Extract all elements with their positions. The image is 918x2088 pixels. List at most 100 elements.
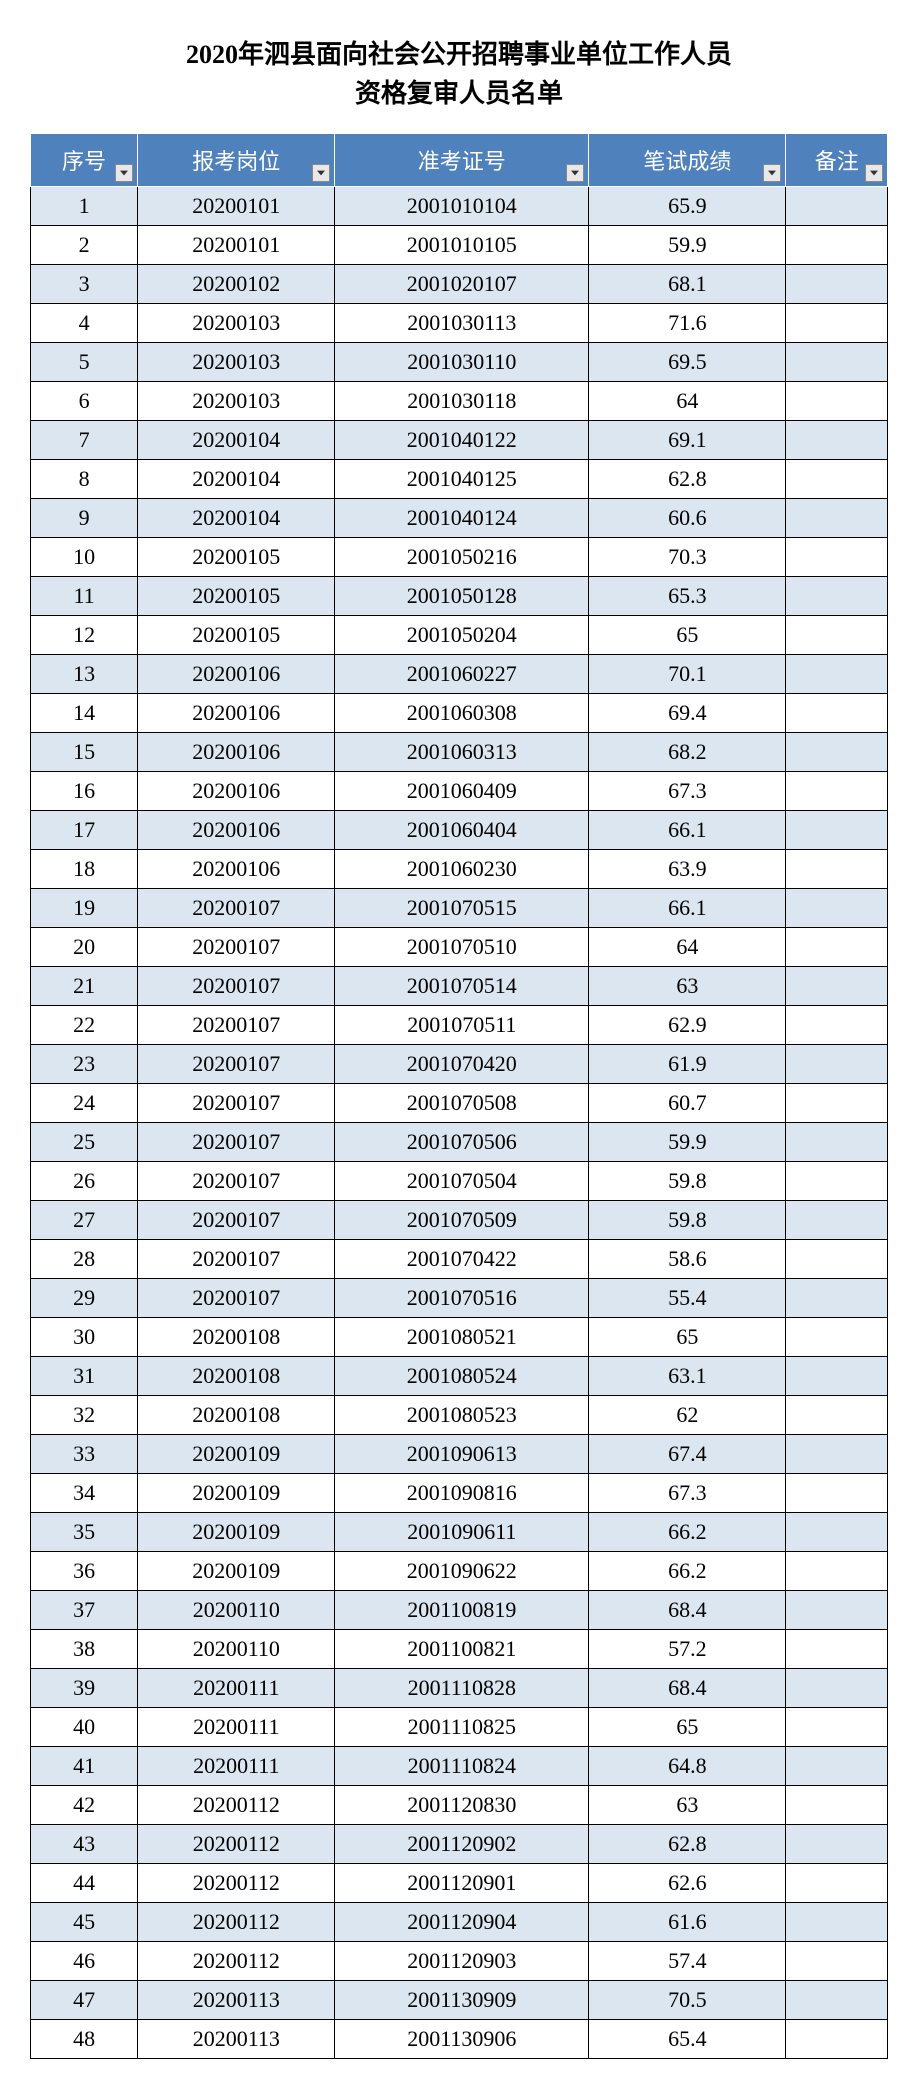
cell-score: 66.1 (589, 811, 786, 850)
table-row: 4420200112200112090162.6 (31, 1864, 888, 1903)
cell-seq: 38 (31, 1630, 138, 1669)
table-row: 1820200106200106023063.9 (31, 850, 888, 889)
filter-dropdown-icon[interactable] (312, 164, 330, 182)
cell-note (786, 967, 888, 1006)
cell-score: 60.7 (589, 1084, 786, 1123)
cell-exam_no: 2001090613 (335, 1435, 589, 1474)
cell-exam_no: 2001060409 (335, 772, 589, 811)
cell-note (786, 1942, 888, 1981)
table-row: 2320200107200107042061.9 (31, 1045, 888, 1084)
cell-exam_no: 2001070516 (335, 1279, 589, 1318)
cell-exam_no: 2001090622 (335, 1552, 589, 1591)
cell-seq: 6 (31, 382, 138, 421)
cell-seq: 45 (31, 1903, 138, 1942)
header-seq[interactable]: 序号 (31, 134, 138, 187)
cell-seq: 8 (31, 460, 138, 499)
cell-seq: 4 (31, 304, 138, 343)
cell-note (786, 499, 888, 538)
cell-seq: 19 (31, 889, 138, 928)
cell-score: 64.8 (589, 1747, 786, 1786)
table-body: 120200101200101010465.922020010120010101… (31, 187, 888, 2059)
cell-exam_no: 2001130906 (335, 2020, 589, 2059)
cell-note (786, 1513, 888, 1552)
cell-score: 62 (589, 1396, 786, 1435)
cell-seq: 1 (31, 187, 138, 226)
cell-note (786, 1669, 888, 1708)
cell-score: 70.3 (589, 538, 786, 577)
cell-note (786, 694, 888, 733)
table-row: 1520200106200106031368.2 (31, 733, 888, 772)
cell-score: 69.5 (589, 343, 786, 382)
cell-exam_no: 2001060313 (335, 733, 589, 772)
cell-position: 20200113 (138, 2020, 335, 2059)
cell-exam_no: 2001030118 (335, 382, 589, 421)
table-row: 4720200113200113090970.5 (31, 1981, 888, 2020)
cell-seq: 24 (31, 1084, 138, 1123)
cell-exam_no: 2001100821 (335, 1630, 589, 1669)
header-note[interactable]: 备注 (786, 134, 888, 187)
table-row: 3720200110200110081968.4 (31, 1591, 888, 1630)
cell-seq: 27 (31, 1201, 138, 1240)
cell-exam_no: 2001110825 (335, 1708, 589, 1747)
cell-note (786, 1786, 888, 1825)
table-row: 1920200107200107051566.1 (31, 889, 888, 928)
cell-exam_no: 2001050204 (335, 616, 589, 655)
title-line-1: 2020年泗县面向社会公开招聘事业单位工作人员 (186, 40, 732, 69)
cell-note (786, 382, 888, 421)
header-exam-no-label: 准考证号 (418, 149, 506, 174)
table-row: 3320200109200109061367.4 (31, 1435, 888, 1474)
cell-seq: 25 (31, 1123, 138, 1162)
cell-score: 59.8 (589, 1201, 786, 1240)
cell-note (786, 1552, 888, 1591)
filter-dropdown-icon[interactable] (115, 164, 133, 182)
filter-dropdown-icon[interactable] (763, 164, 781, 182)
cell-exam_no: 2001120904 (335, 1903, 589, 1942)
cell-note (786, 343, 888, 382)
cell-exam_no: 2001040122 (335, 421, 589, 460)
cell-position: 20200107 (138, 1006, 335, 1045)
table-row: 620200103200103011864 (31, 382, 888, 421)
cell-exam_no: 2001060227 (335, 655, 589, 694)
cell-seq: 46 (31, 1942, 138, 1981)
cell-position: 20200107 (138, 1123, 335, 1162)
cell-seq: 28 (31, 1240, 138, 1279)
cell-note (786, 538, 888, 577)
table-row: 3020200108200108052165 (31, 1318, 888, 1357)
cell-seq: 44 (31, 1864, 138, 1903)
header-score[interactable]: 笔试成绩 (589, 134, 786, 187)
filter-dropdown-icon[interactable] (865, 164, 883, 182)
cell-seq: 13 (31, 655, 138, 694)
cell-score: 64 (589, 928, 786, 967)
cell-position: 20200107 (138, 967, 335, 1006)
header-position[interactable]: 报考岗位 (138, 134, 335, 187)
table-row: 3420200109200109081667.3 (31, 1474, 888, 1513)
cell-score: 57.4 (589, 1942, 786, 1981)
cell-exam_no: 2001080524 (335, 1357, 589, 1396)
cell-seq: 12 (31, 616, 138, 655)
cell-seq: 29 (31, 1279, 138, 1318)
cell-position: 20200108 (138, 1357, 335, 1396)
cell-position: 20200106 (138, 733, 335, 772)
cell-position: 20200103 (138, 304, 335, 343)
header-seq-label: 序号 (62, 149, 106, 174)
cell-exam_no: 2001070506 (335, 1123, 589, 1162)
cell-position: 20200106 (138, 772, 335, 811)
cell-position: 20200105 (138, 577, 335, 616)
cell-position: 20200107 (138, 1201, 335, 1240)
cell-exam_no: 2001010104 (335, 187, 589, 226)
table-row: 3920200111200111082868.4 (31, 1669, 888, 1708)
cell-score: 61.9 (589, 1045, 786, 1084)
cell-score: 58.6 (589, 1240, 786, 1279)
cell-score: 61.6 (589, 1903, 786, 1942)
header-exam-no[interactable]: 准考证号 (335, 134, 589, 187)
table-row: 4320200112200112090262.8 (31, 1825, 888, 1864)
filter-dropdown-icon[interactable] (566, 164, 584, 182)
cell-seq: 23 (31, 1045, 138, 1084)
cell-note (786, 1357, 888, 1396)
cell-exam_no: 2001070508 (335, 1084, 589, 1123)
cell-score: 66.2 (589, 1513, 786, 1552)
cell-exam_no: 2001070509 (335, 1201, 589, 1240)
cell-score: 65 (589, 1708, 786, 1747)
cell-score: 68.1 (589, 265, 786, 304)
cell-seq: 9 (31, 499, 138, 538)
